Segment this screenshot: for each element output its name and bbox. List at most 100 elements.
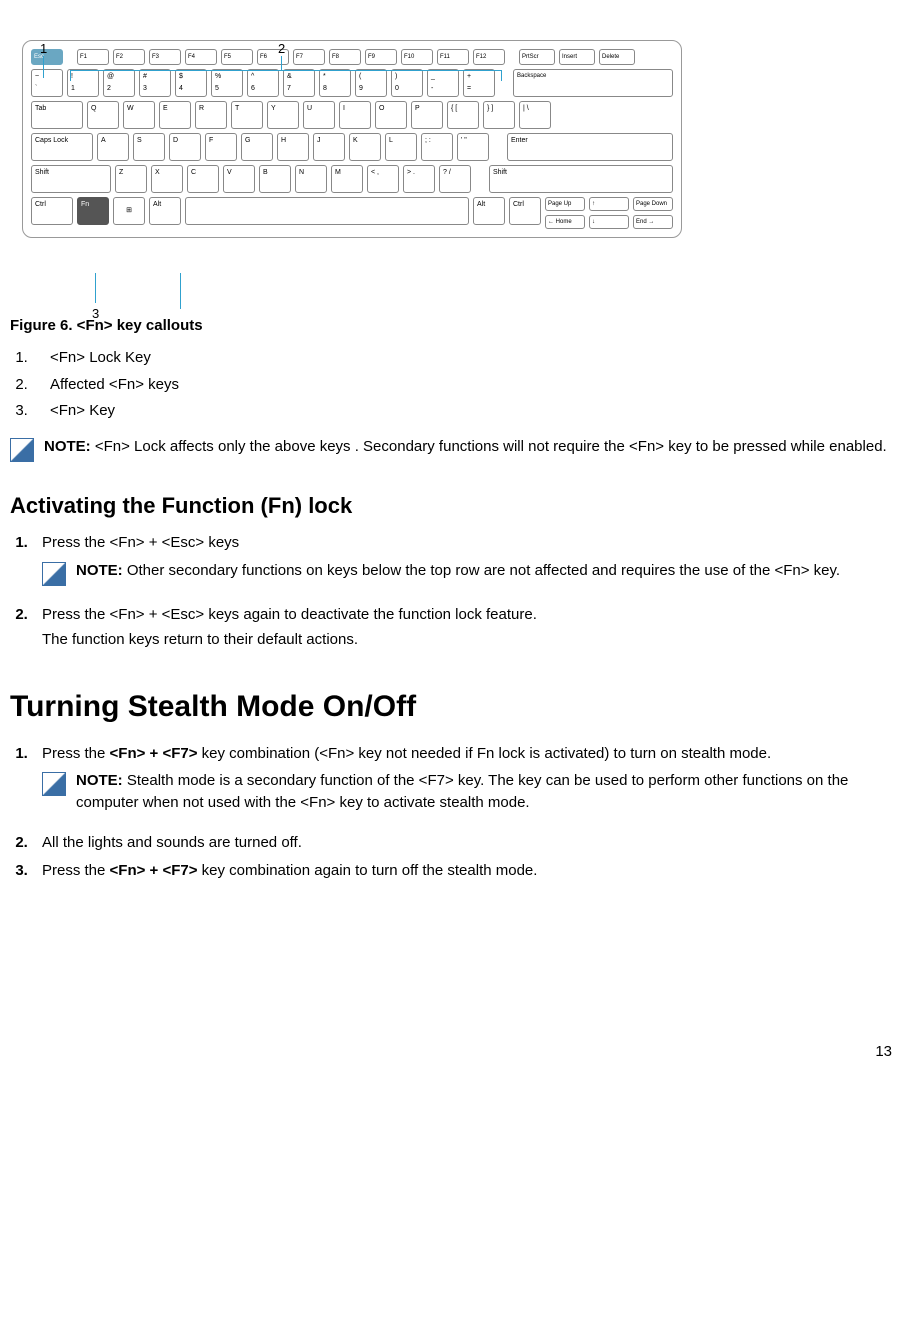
note-icon (42, 772, 66, 796)
note-text: NOTE: Stealth mode is a secondary functi… (76, 770, 892, 814)
heading-stealth-mode: Turning Stealth Mode On/Off (10, 685, 892, 729)
key-rctrl: Ctrl (509, 197, 541, 225)
key-f: F (205, 133, 237, 161)
key-f4: F4 (185, 49, 217, 65)
key-up: ↑ (589, 197, 629, 211)
key-f12: F12 (473, 49, 505, 65)
bracket-line (70, 70, 502, 81)
key-e: E (159, 101, 191, 129)
step-1: Press the <Fn> + <Esc> keys NOTE: Other … (32, 532, 892, 586)
key-f1: F1 (77, 49, 109, 65)
key-lshift: Shift (31, 165, 111, 193)
stealth-step-2: All the lights and sounds are turned off… (32, 832, 892, 854)
key-d: D (169, 133, 201, 161)
key-n: N (295, 165, 327, 193)
note-secondary: NOTE: Other secondary functions on keys … (42, 560, 892, 586)
key-delete: Delete (599, 49, 635, 65)
key-space (185, 197, 469, 225)
key-windows: ⊞ (113, 197, 145, 225)
key-quote: ' " (457, 133, 489, 161)
key-home: ← Home (545, 215, 585, 229)
nav-cluster: Page Up ↑ Page Down ← Home ↓ End → (545, 197, 673, 229)
key-semicolon: ; : (421, 133, 453, 161)
key-i: I (339, 101, 371, 129)
stealth-step-3: Press the <Fn> + <F7> key combination ag… (32, 860, 892, 882)
key-g: G (241, 133, 273, 161)
diagram-area: 1 2 Esc F1 F2 F3 F4 F5 F6 F7 F8 F9 F10 F… (10, 40, 892, 309)
note-icon (10, 438, 34, 462)
key-b: B (259, 165, 291, 193)
key-tilde: ~` (31, 69, 63, 97)
stealth-step-1: Press the <Fn> + <F7> key combination (<… (32, 743, 892, 814)
key-k: K (349, 133, 381, 161)
key-end: End → (633, 215, 673, 229)
key-h: H (277, 133, 309, 161)
figure-caption: Figure 6. <Fn> key callouts (10, 315, 892, 337)
key-f9: F9 (365, 49, 397, 65)
key-lalt: Alt (149, 197, 181, 225)
key-rshift: Shift (489, 165, 673, 193)
key-backslash: | \ (519, 101, 551, 129)
key-lbracket: { [ (447, 101, 479, 129)
note-text: NOTE: Other secondary functions on keys … (76, 560, 840, 582)
key-s: S (133, 133, 165, 161)
key-w: W (123, 101, 155, 129)
key-comma: < , (367, 165, 399, 193)
callout-item-2: Affected <Fn> keys (32, 374, 892, 396)
callout-list: <Fn> Lock Key Affected <Fn> keys <Fn> Ke… (10, 347, 892, 422)
key-enter: Enter (507, 133, 673, 161)
steps-stealth-mode: Press the <Fn> + <F7> key combination (<… (10, 743, 892, 882)
key-t: T (231, 101, 263, 129)
key-ralt: Alt (473, 197, 505, 225)
key-fn: Fn (77, 197, 109, 225)
key-m: M (331, 165, 363, 193)
leader-line-1 (43, 56, 44, 78)
key-a: A (97, 133, 129, 161)
key-pgdn: Page Down (633, 197, 673, 211)
key-f11: F11 (437, 49, 469, 65)
callout-item-3: <Fn> Key (32, 400, 892, 422)
step-2: Press the <Fn> + <Esc> keys again to dea… (32, 604, 892, 652)
key-period: > . (403, 165, 435, 193)
key-f7: F7 (293, 49, 325, 65)
key-v: V (223, 165, 255, 193)
note-text: NOTE: <Fn> Lock affects only the above k… (44, 436, 887, 458)
key-o: O (375, 101, 407, 129)
key-backspace: Backspace (513, 69, 673, 97)
note-stealth: NOTE: Stealth mode is a secondary functi… (42, 770, 892, 814)
key-pgup: Page Up (545, 197, 585, 211)
key-insert: Insert (559, 49, 595, 65)
callout-3: 3 (92, 305, 99, 324)
key-x: X (151, 165, 183, 193)
key-capslock: Caps Lock (31, 133, 93, 161)
key-f10: F10 (401, 49, 433, 65)
key-tab: Tab (31, 101, 83, 129)
leader-line-3 (95, 273, 96, 303)
key-f5: F5 (221, 49, 253, 65)
key-p: P (411, 101, 443, 129)
key-u: U (303, 101, 335, 129)
callout-item-1: <Fn> Lock Key (32, 347, 892, 369)
key-z: Z (115, 165, 147, 193)
note-fnlock: NOTE: <Fn> Lock affects only the above k… (10, 436, 892, 462)
key-f2: F2 (113, 49, 145, 65)
key-c: C (187, 165, 219, 193)
key-down: ↓ (589, 215, 629, 229)
key-f8: F8 (329, 49, 361, 65)
note-icon (42, 562, 66, 586)
key-prtscr: PrtScr (519, 49, 555, 65)
leader-line-2 (281, 56, 282, 70)
key-lctrl: Ctrl (31, 197, 73, 225)
key-f3: F3 (149, 49, 181, 65)
key-j: J (313, 133, 345, 161)
key-slash: ? / (439, 165, 471, 193)
key-l: L (385, 133, 417, 161)
heading-activating-fn-lock: Activating the Function (Fn) lock (10, 490, 892, 522)
step-2-sub: The function keys return to their defaul… (42, 629, 892, 651)
key-q: Q (87, 101, 119, 129)
steps-activating-fn-lock: Press the <Fn> + <Esc> keys NOTE: Other … (10, 532, 892, 651)
key-y: Y (267, 101, 299, 129)
page-number: 13 (10, 1041, 892, 1063)
key-r: R (195, 101, 227, 129)
key-rbracket: } ] (483, 101, 515, 129)
